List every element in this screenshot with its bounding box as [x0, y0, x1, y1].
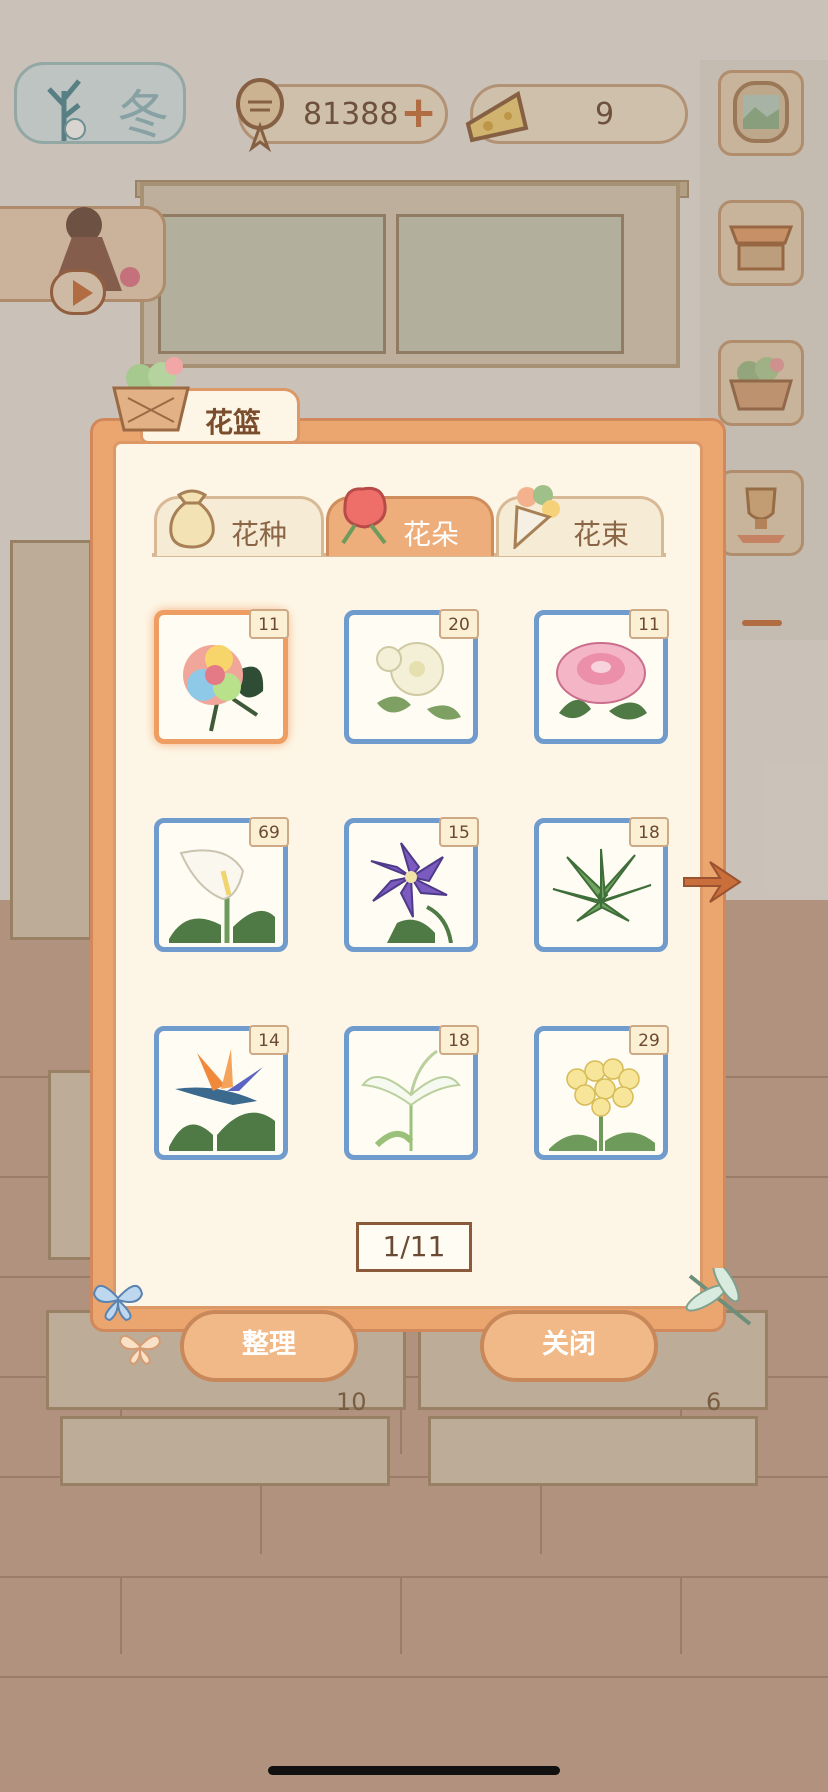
flower-item-purple-clematis[interactable]: 15: [344, 817, 479, 952]
purple-clematis-icon: [370, 842, 453, 943]
white-gardenia-icon: [376, 642, 461, 720]
arrow-right-icon[interactable]: [680, 848, 744, 912]
flower-item-bird-of-paradise[interactable]: 14: [154, 1025, 289, 1160]
dragonfly-icon: [685, 1268, 752, 1326]
flower-item-white-gardenia[interactable]: 20: [344, 609, 479, 744]
flower-item-yellow-hydrangea[interactable]: 29: [534, 1025, 669, 1160]
item-count-badge: 69: [249, 817, 289, 847]
tab-flowers[interactable]: 花朵: [326, 486, 494, 556]
white-egret-orchid-icon: [361, 1049, 461, 1151]
item-count-badge: 20: [439, 609, 479, 639]
tab-seeds[interactable]: 花种: [154, 489, 324, 556]
flower-item-green-succulent[interactable]: 18: [534, 817, 669, 952]
page-indicator: 1/11: [356, 1222, 472, 1272]
flower-item-calla-lily[interactable]: 69: [154, 817, 289, 952]
bird-of-paradise-icon: [169, 1049, 275, 1151]
flower-item-pink-peony[interactable]: 11: [534, 609, 669, 744]
tab-label: 花束: [573, 518, 630, 551]
close-button[interactable]: 关闭: [480, 1310, 658, 1382]
item-count-badge: 15: [439, 817, 479, 847]
butterfly-icon: [118, 1335, 162, 1366]
tab-label: 花种: [231, 518, 288, 551]
yellow-hydrangea-icon: [549, 1058, 655, 1151]
basket-icon: [112, 357, 190, 432]
tab-label: 花朵: [403, 518, 460, 551]
panel-title: 花篮: [205, 406, 262, 439]
item-count-badge: 18: [439, 1025, 479, 1055]
bouquet-icon: [513, 485, 560, 549]
butterfly-icon: [92, 1285, 144, 1322]
sort-button[interactable]: 整理: [180, 1310, 358, 1382]
item-count-badge: 11: [249, 609, 289, 639]
tab-bouquets[interactable]: 花束: [496, 485, 664, 556]
flower-item-white-egret-orchid[interactable]: 18: [344, 1025, 479, 1160]
flower-icon: [341, 486, 387, 545]
rainbow-rose-icon: [183, 645, 264, 732]
calla-lily-icon: [169, 849, 275, 943]
flower-item-rainbow-rose[interactable]: 11: [154, 609, 289, 744]
item-count-badge: 18: [629, 817, 669, 847]
seed-bag-icon: [169, 489, 215, 549]
pink-peony-icon: [556, 642, 647, 720]
item-count-badge: 14: [249, 1025, 289, 1055]
green-succulent-icon: [552, 848, 652, 922]
item-count-badge: 11: [629, 609, 669, 639]
home-indicator[interactable]: [268, 1766, 560, 1775]
item-count-badge: 29: [629, 1025, 669, 1055]
